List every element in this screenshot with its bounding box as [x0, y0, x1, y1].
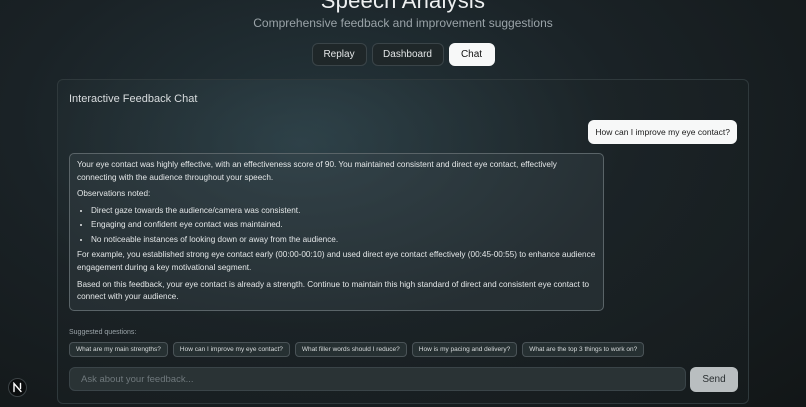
- view-tabs: Replay Dashboard Chat: [0, 43, 806, 66]
- panel-title: Interactive Feedback Chat: [69, 93, 198, 105]
- send-button[interactable]: Send: [690, 367, 738, 392]
- page-title: Speech Analysis: [320, 0, 486, 13]
- tab-replay[interactable]: Replay: [311, 43, 367, 66]
- list-item: Direct gaze towards the audience/camera …: [91, 205, 596, 218]
- suggestion-chip[interactable]: What filler words should I reduce?: [294, 342, 407, 357]
- assistant-paragraph: Your eye contact was highly effective, w…: [77, 160, 557, 182]
- assistant-paragraph: For example, you established strong eye …: [77, 250, 596, 272]
- observations-list: Direct gaze towards the audience/camera …: [77, 205, 596, 246]
- n-logo-glyph: [13, 382, 22, 393]
- assistant-paragraph: Observations noted:: [77, 189, 151, 199]
- tab-dashboard[interactable]: Dashboard: [371, 43, 444, 66]
- page-subtitle: Comprehensive feedback and improvement s…: [253, 16, 553, 30]
- user-message: How can I improve my eye contact?: [588, 120, 737, 144]
- tab-chat[interactable]: Chat: [448, 43, 495, 66]
- list-item: No noticeable instances of looking down …: [91, 234, 596, 247]
- feedback-chat-panel: Interactive Feedback Chat How can I impr…: [57, 79, 749, 404]
- app-logo-icon[interactable]: [8, 378, 27, 397]
- list-item: Engaging and confident eye contact was m…: [91, 219, 596, 232]
- assistant-message: Your eye contact was highly effective, w…: [69, 153, 604, 311]
- suggested-questions: What are my main strengths? How can I im…: [69, 342, 645, 357]
- suggested-questions-label: Suggested questions:: [69, 329, 137, 336]
- suggestion-chip[interactable]: What are the top 3 things to work on?: [522, 342, 645, 357]
- chat-input-wrapper: [69, 367, 686, 391]
- suggestion-chip[interactable]: What are my main strengths?: [69, 342, 168, 357]
- chat-input[interactable]: [79, 372, 676, 386]
- assistant-paragraph: Based on this feedback, your eye contact…: [77, 279, 590, 302]
- suggestion-chip[interactable]: How is my pacing and delivery?: [411, 342, 518, 357]
- suggestion-chip[interactable]: How can I improve my eye contact?: [172, 342, 290, 357]
